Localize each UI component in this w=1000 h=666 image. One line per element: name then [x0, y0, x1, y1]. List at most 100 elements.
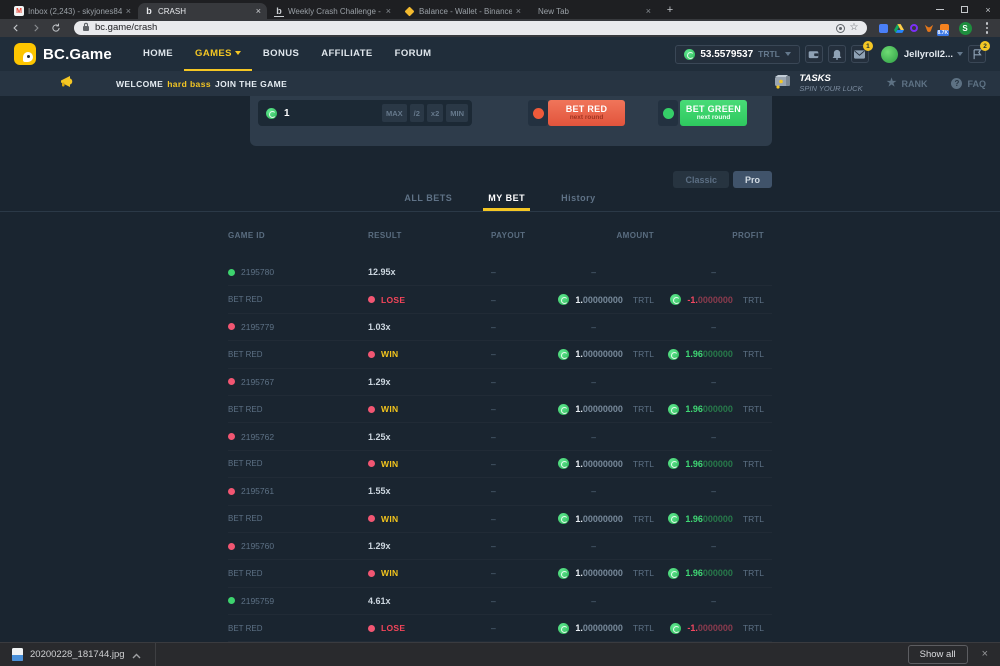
- nav-item-games[interactable]: GAMES: [184, 37, 252, 71]
- chrome-menu-icon[interactable]: [982, 22, 993, 34]
- close-button[interactable]: ×: [976, 0, 1000, 19]
- tab-close-icon[interactable]: ×: [256, 7, 261, 16]
- bet-profit: 1.96000000TRTL: [668, 404, 772, 415]
- game-result-dot: [228, 433, 235, 440]
- tab-close-icon[interactable]: ×: [386, 7, 391, 16]
- close-downloads-icon[interactable]: ×: [982, 649, 988, 660]
- fox-extension-icon[interactable]: [924, 24, 934, 33]
- tab-close-icon[interactable]: ×: [126, 7, 131, 16]
- balance-selector[interactable]: 53.5579537 TRTL: [675, 45, 800, 64]
- game-result: 1.29x: [368, 541, 473, 551]
- tasks-subtitle: SPIN YOUR LUCK: [799, 85, 862, 93]
- tab-all-bets[interactable]: ALL BETS: [404, 193, 452, 211]
- browser-tab-forum[interactable]: Weekly Crash Challenge - Red R... ×: [268, 3, 397, 19]
- bet-row[interactable]: BET REDWIN–1.00000000TRTL1.96000000TRTL: [228, 341, 772, 368]
- bet-color-dot: [368, 570, 375, 577]
- game-result-dot: [228, 543, 235, 550]
- min-button[interactable]: MIN: [446, 104, 468, 122]
- double-button[interactable]: x2: [427, 104, 443, 122]
- user-avatar[interactable]: [881, 46, 898, 63]
- browser-tab-binance[interactable]: Balance - Wallet - Binance ×: [398, 3, 527, 19]
- extension-icon-badged[interactable]: 8.7K: [940, 24, 949, 33]
- green-indicator[interactable]: [658, 100, 678, 126]
- bet-row[interactable]: BET REDWIN–1.00000000TRTL1.96000000TRTL: [228, 560, 772, 587]
- bet-row[interactable]: BET REDWIN–1.00000000TRTL1.96000000TRTL: [228, 506, 772, 533]
- url-bar[interactable]: bc.game/crash ☆: [74, 21, 867, 35]
- browser-tab-gmail[interactable]: Inbox (2,243) - skyjones84@gma... ×: [8, 3, 137, 19]
- tasks-link[interactable]: TASKS SPIN YOUR LUCK: [773, 74, 862, 94]
- game-row[interactable]: 21957791.03x–––: [228, 314, 772, 341]
- trtl-coin-icon: [684, 49, 695, 60]
- new-tab-button[interactable]: +: [662, 2, 678, 18]
- coin-icon: [558, 623, 569, 634]
- bet-green-button[interactable]: BET GREEN next round: [680, 100, 747, 126]
- tab-my-bet[interactable]: MY BET: [488, 193, 525, 211]
- bet-outcome: LOSE: [381, 295, 405, 305]
- download-item[interactable]: 20200228_181744.jpg: [12, 646, 141, 664]
- browser-tab-crash[interactable]: CRASH ×: [138, 3, 267, 19]
- maximize-button[interactable]: [952, 0, 976, 19]
- tab-strip: Inbox (2,243) - skyjones84@gma... × CRAS…: [0, 0, 1000, 19]
- rewards-button[interactable]: 2: [968, 45, 986, 63]
- coin-icon: [558, 294, 569, 305]
- game-row[interactable]: 21957621.25x–––: [228, 423, 772, 450]
- chrome-profile-avatar[interactable]: S: [959, 22, 972, 35]
- game-row[interactable]: 219578012.95x–––: [228, 259, 772, 286]
- show-all-button[interactable]: Show all: [908, 645, 968, 664]
- payout-empty: –: [473, 404, 568, 414]
- bet-label: BET RED: [228, 459, 368, 468]
- pro-mode-button[interactable]: Pro: [733, 171, 772, 188]
- half-button[interactable]: /2: [410, 104, 424, 122]
- bet-profit: -1.0000000TRTL: [668, 294, 772, 305]
- bet-row[interactable]: BET REDWIN–1.00000000TRTL1.96000000TRTL: [228, 451, 772, 478]
- bookmark-star-icon[interactable]: ☆: [850, 23, 859, 33]
- red-indicator[interactable]: [528, 100, 548, 126]
- game-row[interactable]: 21957594.61x–––: [228, 588, 772, 615]
- back-icon[interactable]: [8, 21, 24, 35]
- tab-close-icon[interactable]: ×: [646, 7, 651, 16]
- reload-icon[interactable]: [48, 21, 64, 35]
- extension-badge: 8.7K: [937, 30, 950, 36]
- game-row[interactable]: 21957611.55x–––: [228, 478, 772, 505]
- tab-close-icon[interactable]: ×: [516, 7, 521, 16]
- profit-empty: –: [668, 596, 772, 606]
- bet-amount-input[interactable]: 1 MAX /2 x2 MIN: [258, 100, 472, 126]
- notifications-button[interactable]: [828, 45, 846, 63]
- browser-tab-newtab[interactable]: New Tab ×: [528, 3, 657, 19]
- messages-button[interactable]: 1: [851, 45, 869, 63]
- bet-row[interactable]: BET REDLOSE–1.00000000TRTL-1.0000000TRTL: [228, 286, 772, 313]
- browser-window: Inbox (2,243) - skyjones84@gma... × CRAS…: [0, 0, 1000, 666]
- nav-item-bonus[interactable]: BONUS: [252, 37, 310, 71]
- nav-item-home[interactable]: HOME: [132, 37, 184, 71]
- extension-icon-purple[interactable]: [910, 24, 918, 32]
- bet-amount-value[interactable]: 1: [284, 108, 379, 119]
- bet-profit: 1.96000000TRTL: [668, 458, 772, 469]
- bet-amount: 1.00000000TRTL: [568, 458, 668, 469]
- minimize-button[interactable]: [928, 0, 952, 19]
- bet-color-dot: [368, 406, 375, 413]
- forward-icon[interactable]: [28, 21, 44, 35]
- bet-outcome: WIN: [381, 349, 398, 359]
- game-row[interactable]: 21957601.29x–––: [228, 533, 772, 560]
- tab-history[interactable]: History: [561, 193, 596, 211]
- welcome-bar: WELCOMEhard bassJOIN THE GAME TASKS SPIN…: [0, 71, 1000, 96]
- chevron-up-icon[interactable]: [132, 646, 141, 664]
- brand[interactable]: BC.Game: [14, 37, 112, 71]
- classic-mode-button[interactable]: Classic: [673, 171, 729, 188]
- faq-link[interactable]: ? FAQ: [951, 78, 986, 89]
- rank-link[interactable]: ★ RANK: [887, 78, 928, 89]
- max-button[interactable]: MAX: [382, 104, 407, 122]
- bet-row[interactable]: BET REDLOSE–1.00000000TRTL-1.0000000TRTL: [228, 615, 772, 642]
- amount-empty: –: [568, 432, 668, 442]
- wallet-button[interactable]: [805, 45, 823, 63]
- forum-favicon: [274, 6, 284, 17]
- send-to-device-icon[interactable]: [836, 24, 845, 33]
- nav-item-affiliate[interactable]: AFFILIATE: [310, 37, 383, 71]
- bet-row[interactable]: BET REDWIN–1.00000000TRTL1.96000000TRTL: [228, 396, 772, 423]
- game-row[interactable]: 21957671.29x–––: [228, 369, 772, 396]
- bet-red-button[interactable]: BET RED next round: [548, 100, 625, 126]
- user-name[interactable]: Jellyroll2...: [904, 49, 953, 60]
- extension-icon-blue[interactable]: [879, 24, 888, 33]
- drive-extension-icon[interactable]: [894, 24, 904, 33]
- nav-item-forum[interactable]: FORUM: [384, 37, 443, 71]
